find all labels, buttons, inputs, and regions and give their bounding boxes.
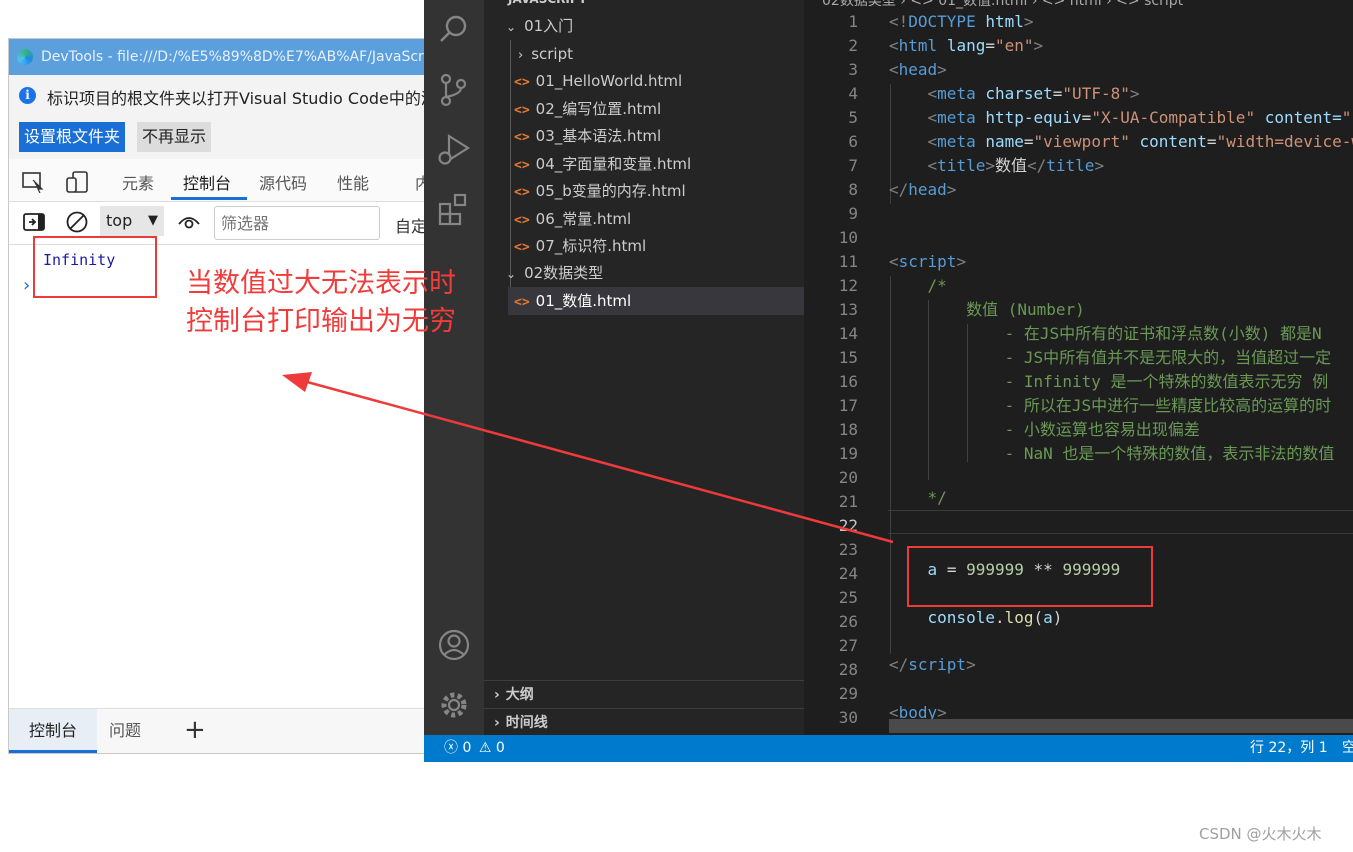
annotation-arrow bbox=[282, 372, 894, 544]
watermark: CSDN @火木火木 bbox=[1199, 825, 1322, 843]
annotation-line-1: 当数值过大无法表示时 bbox=[186, 268, 456, 299]
annotation-line-2: 控制台打印输出为无穷 bbox=[186, 306, 456, 337]
annotation-text: 当数值过大无法表示时 控制台打印输出为无穷 bbox=[186, 265, 486, 341]
